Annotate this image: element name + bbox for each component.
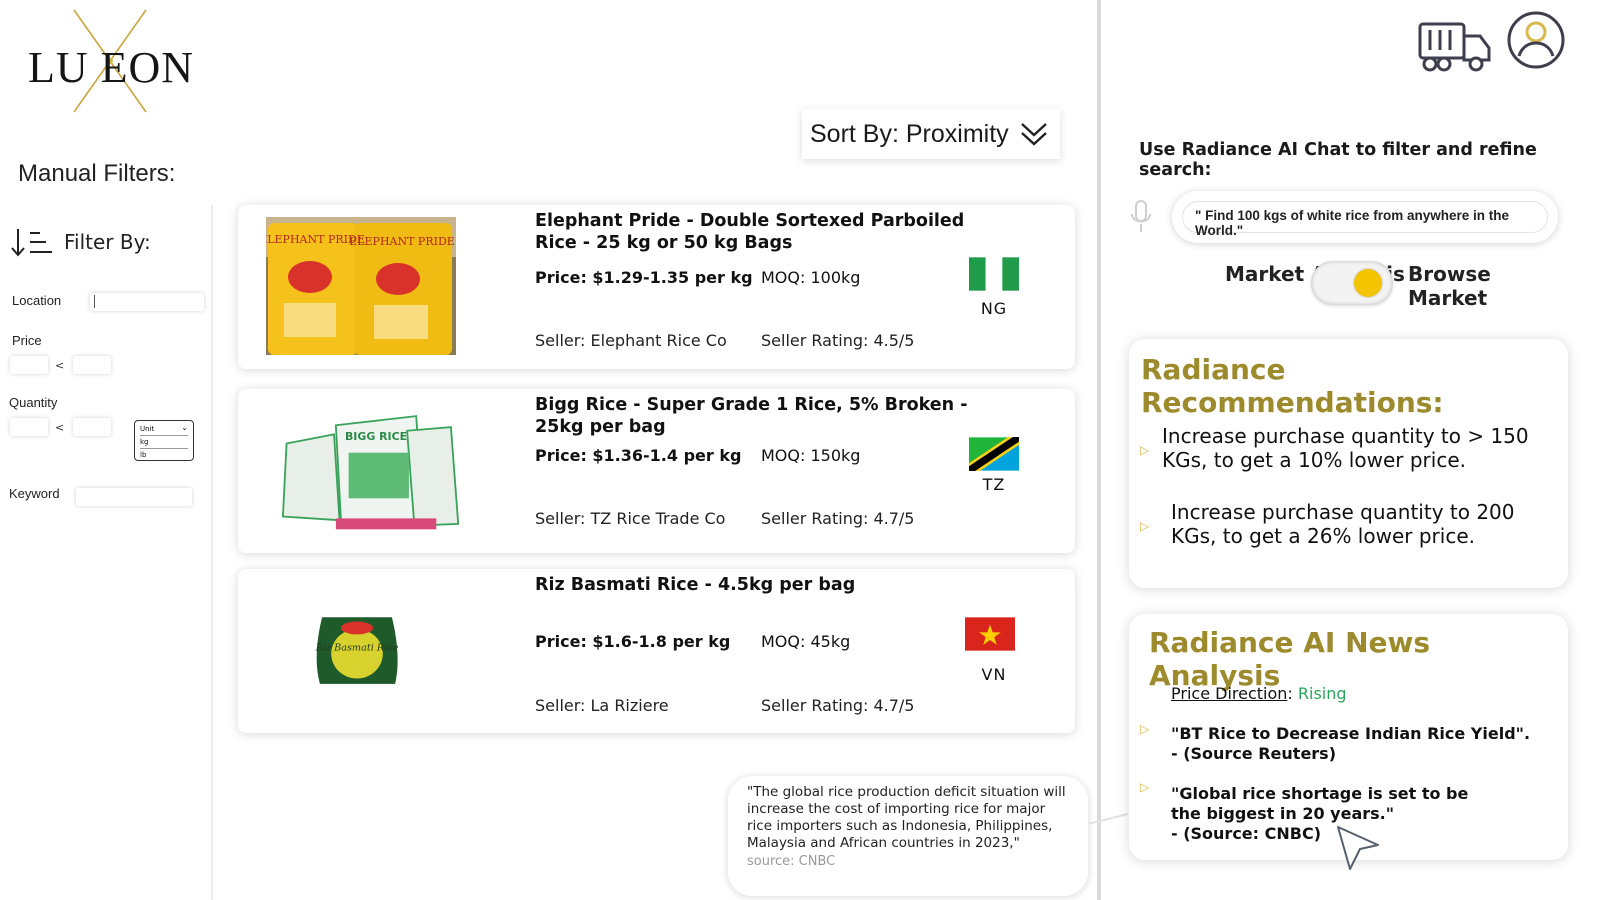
- product-card[interactable]: Riz Basmati Rice Riz Basmati Rice - 4.5k…: [238, 569, 1075, 733]
- product-title[interactable]: Elephant Pride - Double Sortexed Parboil…: [535, 210, 1005, 254]
- country-code: NG: [980, 299, 1008, 318]
- sort-icon: [11, 229, 52, 257]
- elephant-pride-bag-text: ELEPHANT PRIDE: [349, 235, 455, 248]
- quote-connector: [1088, 813, 1128, 825]
- luxeon-logo[interactable]: LU EON: [22, 6, 212, 118]
- filter-panel: Filter By: Location Price < Quantity < U…: [0, 205, 211, 900]
- product-rating: Seller Rating: 4.7/5: [761, 509, 915, 528]
- ai-chat-text[interactable]: " Find 100 kgs of white rice from anywhe…: [1182, 201, 1548, 238]
- unit-option-kg[interactable]: kg: [140, 436, 188, 449]
- product-seller[interactable]: Seller: TZ Rice Trade Co: [535, 509, 725, 528]
- news-headline: "BT Rice to Decrease Indian Rice Yield".: [1171, 724, 1531, 743]
- product-title[interactable]: Riz Basmati Rice - 4.5kg per bag: [535, 574, 1005, 596]
- price-max-input[interactable]: [73, 356, 111, 374]
- news-source: - (Source Reuters): [1171, 744, 1337, 763]
- product-title[interactable]: Bigg Rice - Super Grade 1 Rice, 5% Broke…: [535, 394, 1005, 438]
- triangle-bullet-icon: ▷: [1140, 519, 1150, 533]
- recommendations-panel: Radiance Recommendations: ▷ Increase pur…: [1129, 339, 1568, 588]
- product-seller[interactable]: Seller: Elephant Rice Co: [535, 331, 727, 350]
- price-min-input[interactable]: [10, 356, 48, 374]
- price-direction-label: Price Direction: [1171, 684, 1288, 703]
- product-price: Price: $1.36-1.4 per kg: [535, 446, 742, 465]
- tanzania-flag-icon: [969, 437, 1019, 471]
- ai-chat-input[interactable]: " Find 100 kgs of white rice from anywhe…: [1172, 191, 1558, 243]
- news-headline: "Global rice shortage is set to be the b…: [1171, 784, 1469, 823]
- triangle-bullet-icon: ▷: [1140, 443, 1150, 457]
- filter-divider: [211, 205, 213, 900]
- chevron-down-icon: [1021, 123, 1047, 146]
- price-direction-value: Rising: [1297, 684, 1347, 703]
- filter-by-label: Filter By:: [64, 230, 151, 254]
- country-code: VN: [981, 665, 1007, 684]
- manual-filters-heading: Manual Filters:: [18, 160, 176, 187]
- product-rating: Seller Rating: 4.5/5: [761, 331, 915, 350]
- news-analysis-panel: Radiance AI News Analysis Price Directio…: [1129, 614, 1568, 860]
- product-moq: MOQ: 100kg: [761, 268, 861, 287]
- product-moq: MOQ: 45kg: [761, 632, 851, 651]
- toggle-label-browse-market[interactable]: Browse Market: [1408, 262, 1498, 310]
- location-input[interactable]: [90, 293, 204, 311]
- quantity-min-input[interactable]: [10, 418, 48, 436]
- panel-divider: [1097, 0, 1101, 900]
- product-price: Price: $1.6-1.8 per kg: [535, 632, 731, 651]
- cursor-icon: [1337, 826, 1379, 870]
- quote-source: source: CNBC: [747, 854, 836, 869]
- bigg-rice-bag-text: BIGG RICE: [345, 430, 407, 443]
- country-code: TZ: [982, 475, 1006, 494]
- quote-text: "The global rice production deficit situ…: [747, 784, 1066, 851]
- triangle-bullet-icon: ▷: [1140, 780, 1150, 794]
- ai-chat-prompt: Use Radiance AI Chat to filter and refin…: [1139, 140, 1537, 180]
- user-icon[interactable]: [1506, 10, 1566, 70]
- price-label: Price: [12, 333, 42, 348]
- product-card[interactable]: ELEPHANT PRIDE ELEPHANT PRIDE Elephant P…: [238, 205, 1075, 369]
- view-toggle[interactable]: [1311, 261, 1393, 305]
- sort-dropdown[interactable]: Sort By: Proximity: [802, 109, 1060, 159]
- product-image-elephant-pride[interactable]: ELEPHANT PRIDE ELEPHANT PRIDE: [266, 217, 456, 355]
- filter-by-header[interactable]: Filter By:: [10, 227, 151, 257]
- riz-basmati-bag-text: Riz Basmati Rice: [315, 643, 399, 654]
- product-rating: Seller Rating: 4.7/5: [761, 696, 915, 715]
- quantity-label: Quantity: [9, 395, 58, 410]
- product-seller[interactable]: Seller: La Riziere: [535, 696, 669, 715]
- price-direction: Price Direction: Rising: [1171, 684, 1347, 703]
- location-label: Location: [12, 293, 62, 308]
- product-image-riz-basmati[interactable]: Riz Basmati Rice: [306, 583, 408, 717]
- keyword-label: Keyword: [9, 486, 60, 501]
- recommendation-item[interactable]: Increase purchase quantity to 200 KGs, t…: [1171, 500, 1531, 548]
- recommendations-title: Radiance Recommendations:: [1141, 353, 1444, 419]
- logo-text: LU EON: [28, 43, 195, 92]
- news-item[interactable]: "BT Rice to Decrease Indian Rice Yield".…: [1171, 724, 1530, 764]
- product-moq: MOQ: 150kg: [761, 446, 861, 465]
- product-card[interactable]: BIGG RICE Bigg Rice - Super Grade 1 Rice…: [238, 389, 1075, 553]
- unit-option-lb[interactable]: lb: [140, 449, 188, 461]
- recommendation-item[interactable]: Increase purchase quantity to > 150 KGs,…: [1162, 424, 1542, 472]
- product-price: Price: $1.29-1.35 per kg: [535, 268, 753, 287]
- quantity-less-than: <: [55, 421, 65, 434]
- unit-select[interactable]: Unit kg lb ⌄: [134, 420, 194, 461]
- keyword-input[interactable]: [76, 488, 192, 506]
- price-less-than: <: [55, 359, 65, 372]
- news-analysis-title: Radiance AI News Analysis: [1149, 626, 1431, 692]
- quantity-max-input[interactable]: [73, 418, 111, 436]
- text-caret: [94, 295, 95, 308]
- vietnam-flag-icon: [965, 617, 1015, 651]
- sort-label: Sort By: Proximity: [810, 119, 1009, 148]
- nigeria-flag-icon: [969, 257, 1019, 291]
- toggle-knob: [1354, 269, 1382, 297]
- news-quote-bubble: "The global rice production deficit situ…: [728, 776, 1088, 896]
- truck-icon[interactable]: [1418, 20, 1492, 72]
- chevron-down-icon: ⌄: [181, 423, 188, 432]
- mic-icon[interactable]: [1130, 200, 1152, 234]
- triangle-bullet-icon: ▷: [1140, 722, 1150, 736]
- product-image-bigg-rice[interactable]: BIGG RICE: [266, 407, 466, 533]
